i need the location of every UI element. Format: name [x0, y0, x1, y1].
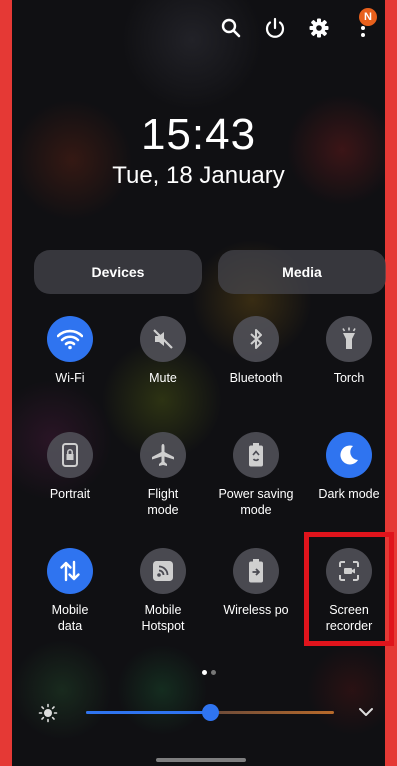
notification-badge: N	[359, 8, 377, 26]
tile-wireless-power[interactable]: Wireless po	[211, 548, 301, 618]
moon-icon	[326, 432, 372, 478]
more-options-icon[interactable]: N	[349, 8, 377, 42]
brightness-slider-fill	[86, 711, 210, 714]
tile-label: Mute	[149, 371, 177, 385]
tile-flight-mode[interactable]: Flight mode	[118, 432, 208, 518]
tile-label: Torch	[333, 371, 365, 385]
brightness-slider-track[interactable]	[86, 704, 334, 721]
tile-torch[interactable]: Torch	[304, 316, 394, 386]
data-arrows-icon	[47, 548, 93, 594]
devices-button[interactable]: Devices	[34, 250, 202, 294]
clock-time: 15:43	[140, 110, 257, 159]
tile-bluetooth[interactable]: Bluetooth	[211, 316, 301, 386]
tile-mobile-data[interactable]: Mobile data	[25, 548, 115, 634]
brightness-slider-thumb[interactable]	[202, 704, 219, 721]
bluetooth-icon	[233, 316, 279, 362]
tile-label: Flight mode	[147, 487, 179, 517]
power-icon[interactable]	[261, 14, 289, 42]
screen-recorder-highlight-box	[304, 532, 394, 646]
torch-icon	[326, 316, 372, 362]
tile-wifi[interactable]: Wi-Fi	[25, 316, 115, 386]
tile-label: Mobile data	[51, 603, 89, 633]
page-dot	[211, 670, 216, 675]
hotspot-icon	[140, 548, 186, 594]
tile-label: Dark mode	[318, 487, 380, 501]
devices-label: Devices	[91, 264, 145, 280]
media-button[interactable]: Media	[218, 250, 386, 294]
tile-label: Mobile Hotspot	[141, 603, 185, 633]
sun-icon	[38, 703, 58, 728]
settings-gear-icon[interactable]	[305, 14, 333, 42]
tile-mute[interactable]: Mute	[118, 316, 208, 386]
gesture-navigation-bar[interactable]	[156, 758, 246, 762]
airplane-icon	[140, 432, 186, 478]
tile-label: Wi-Fi	[55, 371, 85, 385]
tile-dark-mode[interactable]: Dark mode	[304, 432, 394, 502]
media-label: Media	[282, 264, 322, 280]
page-dot	[202, 670, 207, 675]
tile-label: Wireless po	[223, 603, 289, 617]
clock-date: Tue, 18 January	[112, 162, 285, 189]
tile-mobile-hotspot[interactable]: Mobile Hotspot	[118, 548, 208, 634]
quick-settings-panel: N 15:43 Tue, 18 January Devices Media Wi…	[12, 0, 394, 766]
tile-label: Portrait	[49, 487, 91, 501]
battery-saver-icon	[233, 432, 279, 478]
tile-portrait[interactable]: Portrait	[25, 432, 115, 502]
tile-label: Power saving mode	[218, 487, 294, 517]
wireless-power-icon	[233, 548, 279, 594]
mute-icon	[140, 316, 186, 362]
tile-power-saving[interactable]: Power saving mode	[211, 432, 301, 518]
search-icon[interactable]	[217, 14, 245, 42]
portrait-lock-icon	[47, 432, 93, 478]
tile-label: Bluetooth	[229, 371, 283, 385]
brightness-control	[12, 698, 385, 728]
chevron-down-icon[interactable]	[358, 705, 374, 724]
wifi-icon	[47, 316, 93, 362]
